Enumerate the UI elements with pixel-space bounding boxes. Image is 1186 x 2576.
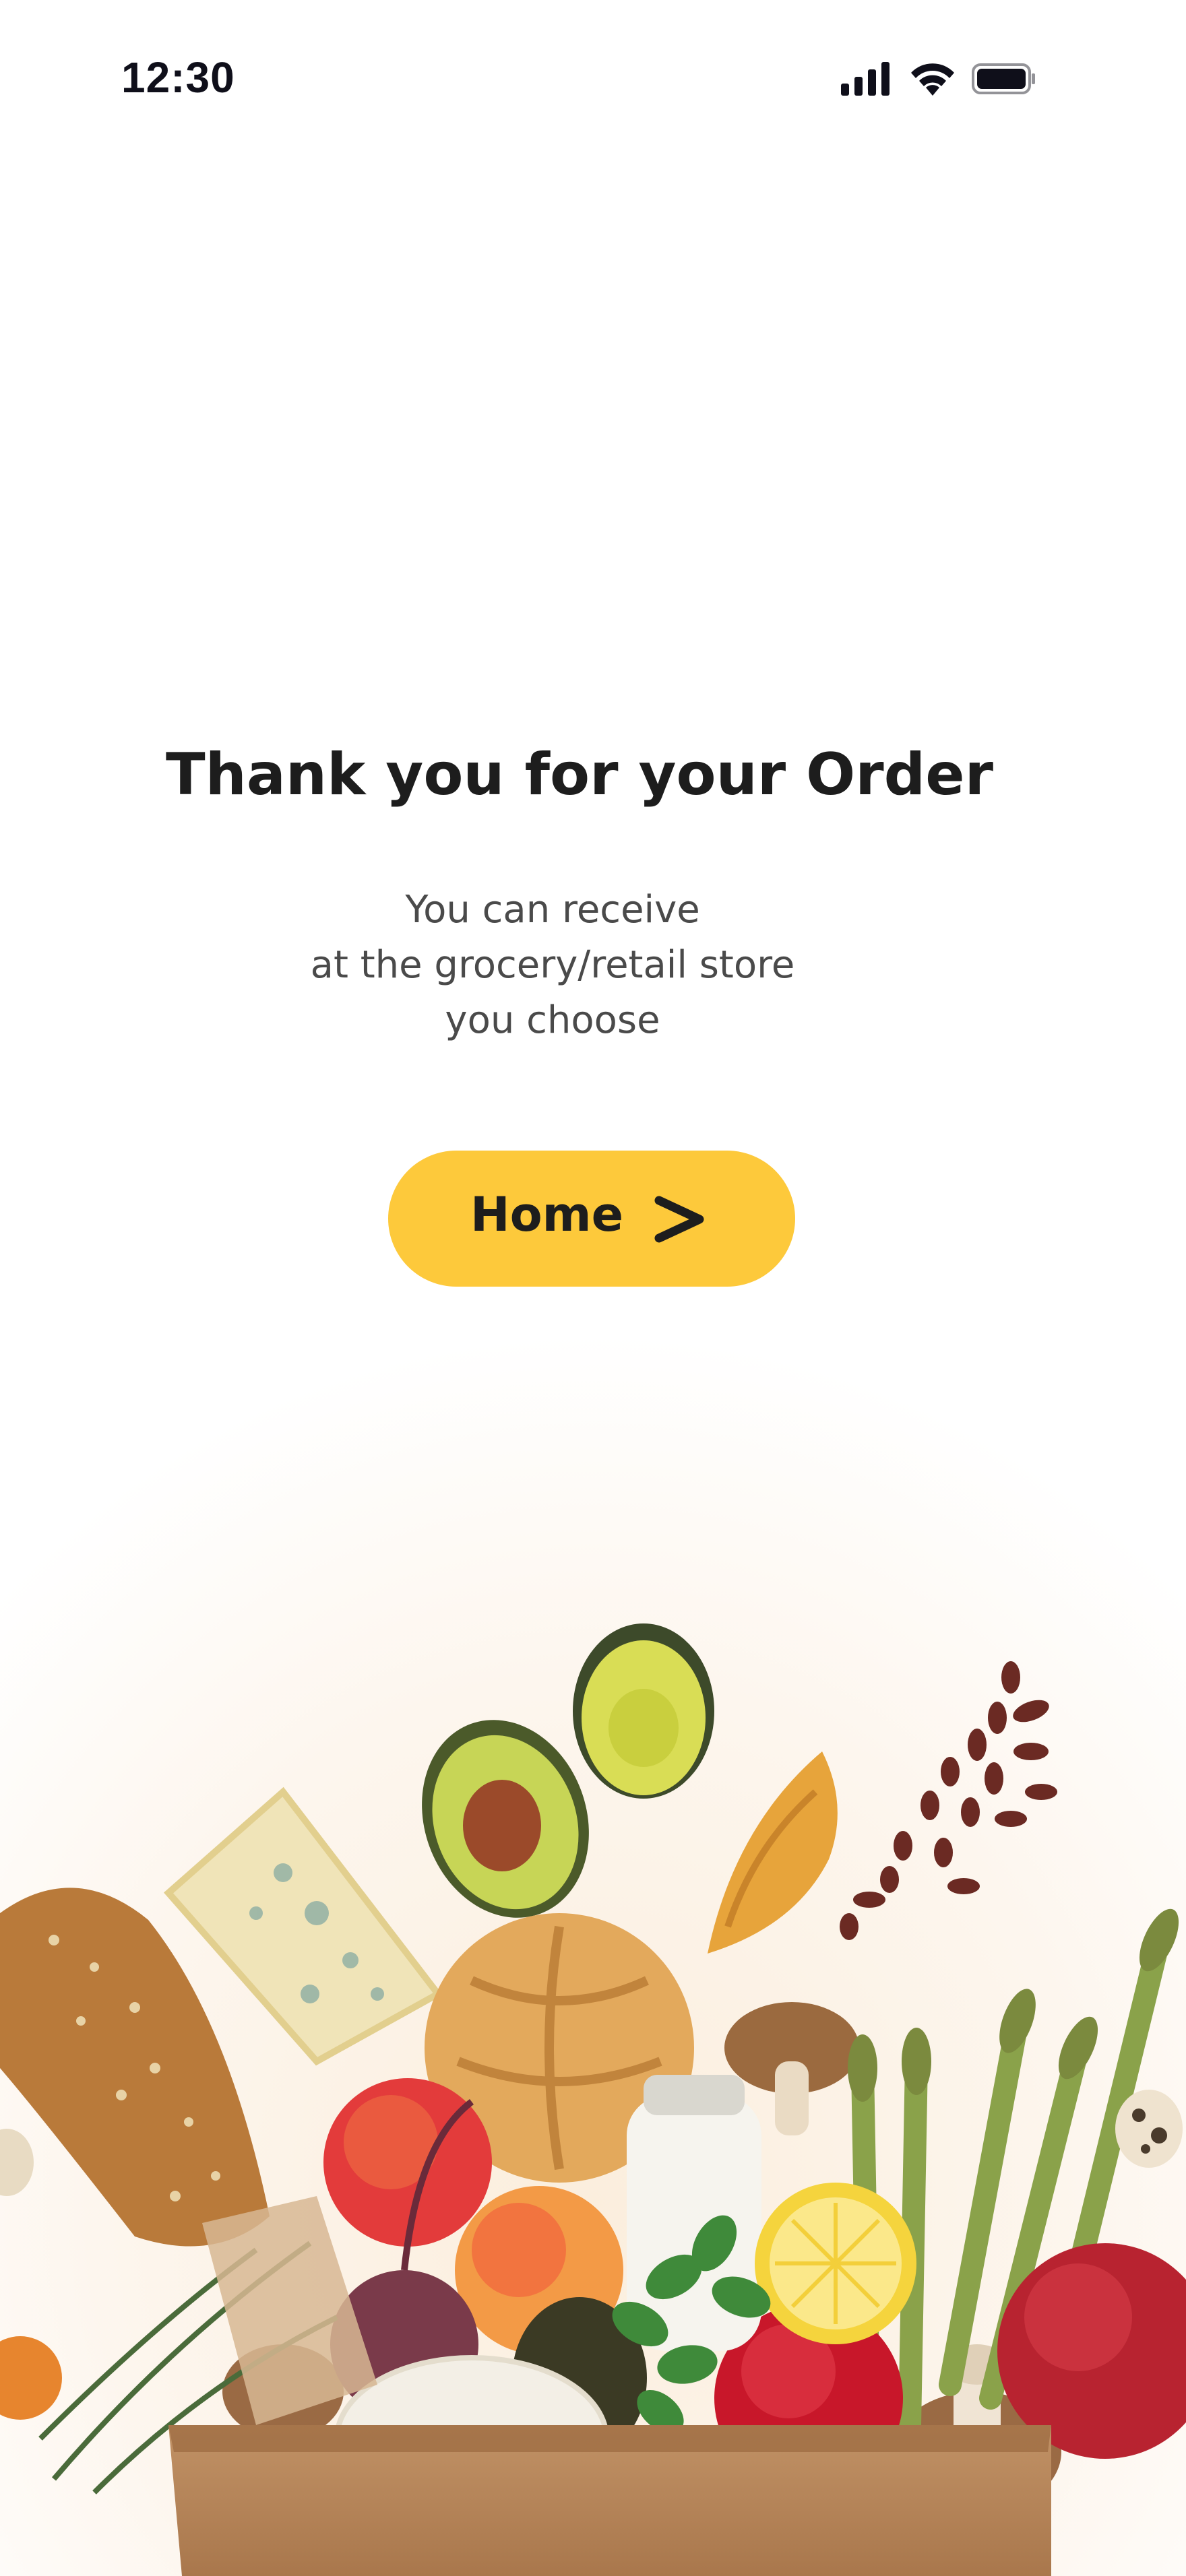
message-line-1: You can receive [405, 888, 700, 932]
message-line-2: at the grocery/retail store [310, 943, 795, 987]
battery-icon [972, 63, 1035, 94]
home-button[interactable]: Home [388, 1151, 795, 1287]
confirmation-message: You can receive at the grocery/retail st… [0, 882, 1105, 1048]
confirmation-title: Thank you for your Order [166, 741, 993, 808]
status-icons [841, 62, 1036, 96]
signal-icon [841, 62, 890, 96]
message-line-3: you choose [445, 998, 660, 1042]
status-time: 12:30 [121, 53, 235, 102]
home-button-label: Home [470, 1187, 624, 1242]
status-bar: 12:30 [0, 0, 1186, 162]
chevron-right-icon [654, 1196, 704, 1243]
wifi-icon [911, 63, 954, 96]
grocery-bag-image [0, 1334, 1186, 2576]
order-confirmation-screen: 12:30 Thank you for your Order You can r… [0, 0, 1186, 2576]
